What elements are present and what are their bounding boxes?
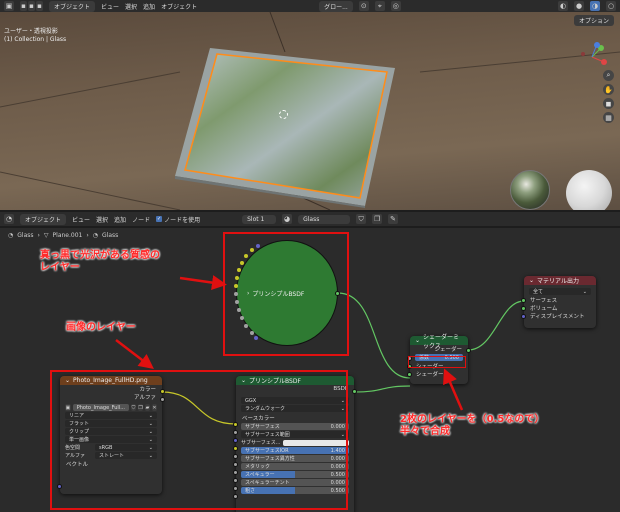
menu-add[interactable]: 追加	[143, 2, 155, 11]
editor-type-icon[interactable]: ▣	[4, 1, 14, 11]
pin-icon[interactable]: ✎	[388, 214, 399, 224]
options-dropdown[interactable]: オプション	[573, 15, 614, 26]
node-editor-canvas[interactable]: ◔ Glass › ▽ Plane.001 › ◔ Glass › プリンシプル…	[0, 228, 620, 512]
view-name: ユーザー・透視投影	[4, 28, 58, 35]
orientation-dropdown[interactable]: グロー...	[319, 0, 353, 12]
node-menu-select[interactable]: 選択	[96, 215, 108, 224]
viewport-info: ユーザー・透視投影 (1) Collection | Glass	[4, 28, 66, 44]
select-subtract-icon[interactable]: ▪	[36, 1, 43, 11]
material-browse-icon[interactable]: ◕	[282, 214, 293, 224]
arrow-to-image-layer	[115, 339, 154, 370]
shading-rendered-icon[interactable]: ○	[606, 1, 616, 11]
pivot-icon[interactable]: ⊙	[358, 1, 369, 11]
node-menu-node[interactable]: ノード	[132, 215, 150, 224]
zoom-icon[interactable]: ⌕	[603, 70, 614, 81]
3d-viewport[interactable]: オプション ユーザー・透視投影 (1) Collection | Glass ⌕…	[0, 12, 620, 210]
collection-info: (1) Collection | Glass	[4, 36, 67, 43]
3d-cursor[interactable]	[279, 110, 288, 119]
grid-toggle-icon[interactable]: ▦	[603, 112, 614, 123]
duplicate-material-icon[interactable]: ❐	[372, 214, 383, 224]
hdri-reflection-sphere	[510, 170, 550, 210]
menu-view[interactable]: ビュー	[101, 2, 119, 11]
node-menu-view[interactable]: ビュー	[72, 215, 90, 224]
menu-select[interactable]: 選択	[125, 2, 137, 11]
node-editor-header: ◔ オブジェクト ビュー 選択 追加 ノード ✓ ノードを使用 Slot 1 ◕…	[0, 212, 620, 226]
use-nodes-label: ノードを使用	[164, 216, 201, 224]
mode-dropdown[interactable]: オブジェクト	[49, 0, 96, 12]
overlay-icon[interactable]: ◐	[558, 1, 568, 11]
checkbox-checked-icon[interactable]: ✓	[156, 216, 163, 222]
select-mode-group: ▪ ▪ ▪	[20, 1, 43, 11]
select-box-icon[interactable]: ▪	[20, 1, 27, 11]
viewport-header: ▣ ▪ ▪ ▪ オブジェクト ビュー 選択 追加 オブジェクト グロー... ⊙…	[0, 0, 620, 12]
arrow-to-dark-layer	[179, 275, 227, 291]
slot-dropdown[interactable]: Slot 1	[242, 214, 277, 224]
pan-hand-icon[interactable]: ✋	[603, 84, 614, 95]
node-mode-dropdown[interactable]: オブジェクト	[20, 213, 67, 225]
fake-user-shield-icon[interactable]: ⛉	[356, 214, 367, 224]
menu-object[interactable]: オブジェクト	[161, 2, 197, 11]
node-menu-add[interactable]: 追加	[114, 215, 126, 224]
proportional-edit-icon[interactable]: ◎	[390, 1, 401, 11]
snap-icon[interactable]: ⌖	[374, 1, 385, 11]
navigation-gizmo[interactable]	[577, 42, 607, 72]
shader-editor-icon[interactable]: ◔	[4, 214, 14, 224]
use-nodes-toggle[interactable]: ✓ ノードを使用	[156, 215, 200, 224]
annotation-arrows	[115, 275, 464, 411]
select-extend-icon[interactable]: ▪	[28, 1, 35, 11]
shading-solid-icon[interactable]: ●	[574, 1, 584, 11]
material-name-field[interactable]: Glass	[298, 214, 351, 224]
arrow-to-mix-factor	[443, 368, 464, 411]
glass-plane-object[interactable]	[175, 48, 405, 208]
camera-icon[interactable]: ◼	[603, 98, 614, 109]
hdri-diffuse-sphere	[566, 170, 612, 210]
shading-material-icon[interactable]: ◑	[590, 1, 600, 11]
